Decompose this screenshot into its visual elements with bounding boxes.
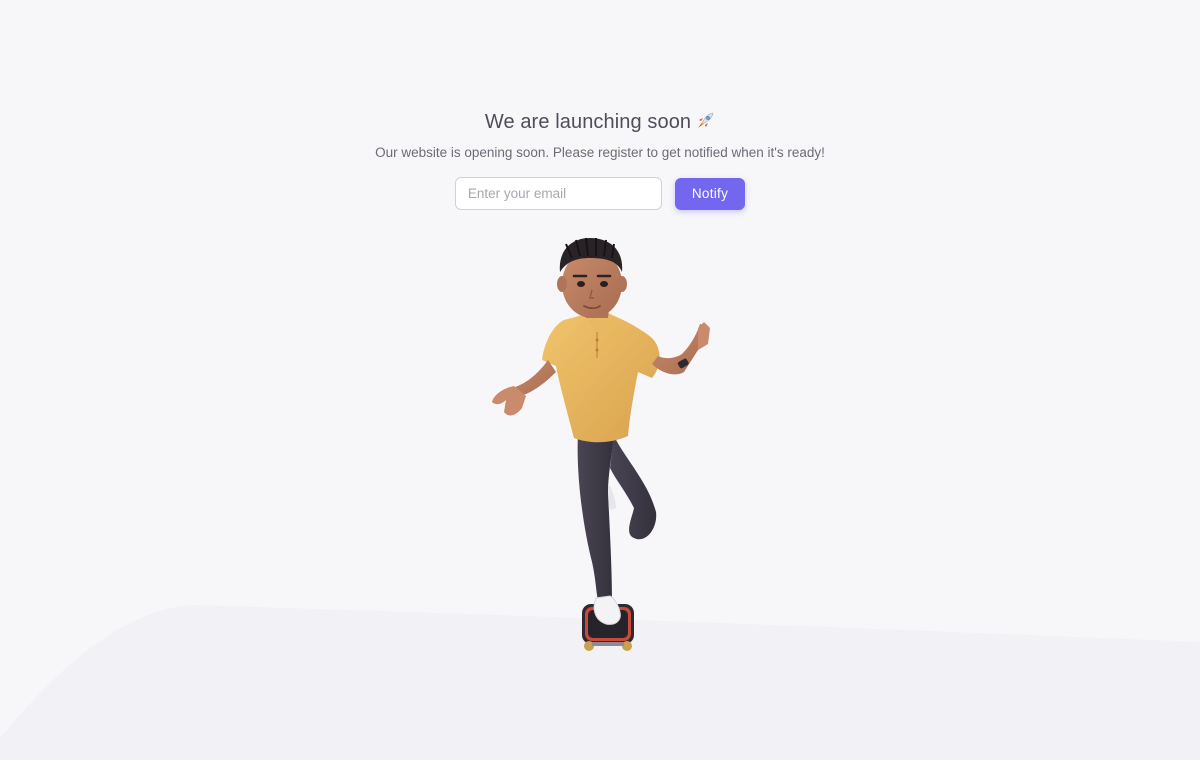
notify-form: Notify (0, 177, 1200, 210)
hero-section: We are launching soon Our website is ope… (0, 108, 1200, 210)
notify-button[interactable]: Notify (674, 177, 746, 210)
page-title-text: We are launching soon (484, 111, 692, 133)
page-title: We are launching soon (0, 108, 1200, 139)
email-input[interactable] (454, 177, 662, 210)
boy-with-skateboard-illustration (492, 237, 710, 651)
rocket-icon (695, 111, 715, 139)
page-subtitle: Our website is opening soon. Please regi… (375, 145, 825, 160)
